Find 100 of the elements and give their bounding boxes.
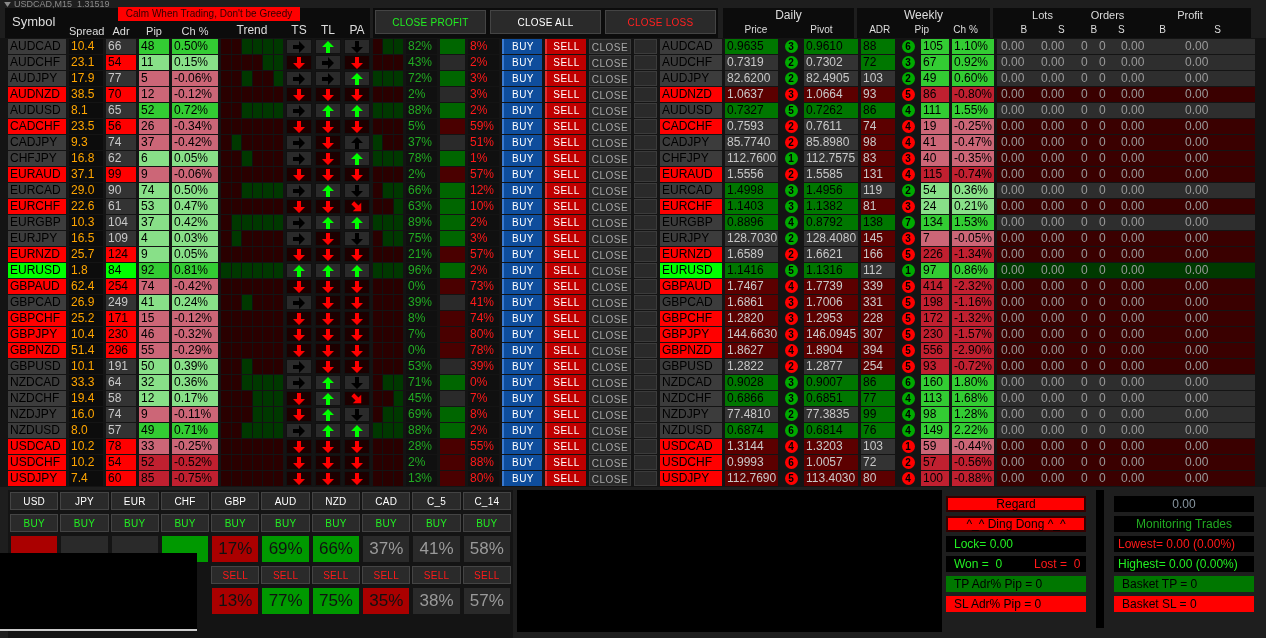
empty-button[interactable] [634, 391, 657, 406]
close-button[interactable]: CLOSE [589, 87, 631, 102]
sell-button[interactable]: SELL [362, 566, 411, 584]
buy-button[interactable]: BUY [502, 295, 542, 310]
empty-button[interactable] [634, 359, 657, 374]
close-button[interactable]: CLOSE [589, 263, 631, 278]
buy-button[interactable]: BUY [60, 514, 109, 532]
close-button[interactable]: CLOSE [589, 375, 631, 390]
buy-button[interactable]: BUY [502, 343, 542, 358]
buy-button[interactable]: BUY [502, 231, 542, 246]
close-action-button[interactable]: CLOSE LOSS [605, 10, 716, 34]
buy-button[interactable]: BUY [110, 514, 159, 532]
close-button[interactable]: CLOSE [589, 295, 631, 310]
sell-button[interactable]: SELL [545, 471, 586, 486]
sell-button[interactable]: SELL [545, 263, 586, 278]
sell-button[interactable]: SELL [462, 566, 511, 584]
close-button[interactable]: CLOSE [589, 151, 631, 166]
buy-button[interactable]: BUY [462, 514, 511, 532]
empty-button[interactable] [634, 71, 657, 86]
buy-button[interactable]: BUY [502, 199, 542, 214]
sell-button[interactable]: SELL [545, 375, 586, 390]
sell-button[interactable]: SELL [545, 439, 586, 454]
buy-button[interactable]: BUY [502, 407, 542, 422]
empty-button[interactable] [634, 423, 657, 438]
close-button[interactable]: CLOSE [589, 183, 631, 198]
buy-button[interactable]: BUY [502, 135, 542, 150]
empty-button[interactable] [634, 375, 657, 390]
buy-button[interactable]: BUY [211, 514, 260, 532]
sell-button[interactable]: SELL [545, 311, 586, 326]
empty-button[interactable] [634, 87, 657, 102]
buy-button[interactable]: BUY [502, 119, 542, 134]
buy-button[interactable]: BUY [502, 215, 542, 230]
buy-button[interactable]: BUY [502, 167, 542, 182]
buy-button[interactable]: BUY [502, 471, 542, 486]
buy-button[interactable]: BUY [502, 39, 542, 54]
empty-button[interactable] [634, 199, 657, 214]
sell-button[interactable]: SELL [545, 455, 586, 470]
empty-button[interactable] [634, 407, 657, 422]
close-button[interactable]: CLOSE [589, 343, 631, 358]
sell-button[interactable]: SELL [545, 151, 586, 166]
close-button[interactable]: CLOSE [589, 103, 631, 118]
empty-button[interactable] [634, 39, 657, 54]
buy-button[interactable]: BUY [502, 375, 542, 390]
empty-button[interactable] [634, 151, 657, 166]
currency-button[interactable]: NZD [311, 492, 361, 510]
empty-button[interactable] [634, 135, 657, 150]
close-button[interactable]: CLOSE [589, 455, 631, 470]
currency-button[interactable]: CAD [362, 492, 411, 510]
close-button[interactable]: CLOSE [589, 327, 631, 342]
close-button[interactable]: CLOSE [589, 423, 631, 438]
close-button[interactable]: CLOSE [589, 247, 631, 262]
close-button[interactable]: CLOSE [589, 55, 631, 70]
sell-button[interactable]: SELL [545, 199, 586, 214]
sell-button[interactable]: SELL [545, 119, 586, 134]
buy-button[interactable]: BUY [502, 391, 542, 406]
close-button[interactable]: CLOSE [589, 135, 631, 150]
buy-button[interactable]: BUY [362, 514, 411, 532]
empty-button[interactable] [634, 247, 657, 262]
buy-button[interactable]: BUY [502, 439, 542, 454]
close-button[interactable]: CLOSE [589, 311, 631, 326]
sell-button[interactable]: SELL [545, 55, 586, 70]
sell-button[interactable]: SELL [412, 566, 461, 584]
currency-button[interactable]: CHF [160, 492, 210, 510]
empty-button[interactable] [634, 455, 657, 470]
empty-button[interactable] [634, 263, 657, 278]
buy-button[interactable]: BUY [502, 327, 542, 342]
sell-button[interactable]: SELL [545, 407, 586, 422]
buy-button[interactable]: BUY [502, 279, 542, 294]
close-button[interactable]: CLOSE [589, 471, 631, 486]
buy-button[interactable]: BUY [502, 151, 542, 166]
buy-button[interactable]: BUY [502, 455, 542, 470]
sell-button[interactable]: SELL [545, 359, 586, 374]
buy-button[interactable]: BUY [502, 423, 542, 438]
sell-button[interactable]: SELL [545, 215, 586, 230]
close-button[interactable]: CLOSE [589, 407, 631, 422]
close-button[interactable]: CLOSE [589, 167, 631, 182]
sell-button[interactable]: SELL [545, 327, 586, 342]
sell-button[interactable]: SELL [545, 247, 586, 262]
empty-button[interactable] [634, 343, 657, 358]
sell-button[interactable]: SELL [545, 87, 586, 102]
sell-button[interactable]: SELL [261, 566, 310, 584]
currency-button[interactable]: EUR [110, 492, 159, 510]
buy-button[interactable]: BUY [412, 514, 461, 532]
sell-button[interactable]: SELL [545, 135, 586, 150]
empty-button[interactable] [634, 167, 657, 182]
buy-button[interactable]: BUY [502, 87, 542, 102]
sell-button[interactable]: SELL [545, 279, 586, 294]
sell-button[interactable]: SELL [311, 566, 361, 584]
empty-button[interactable] [634, 327, 657, 342]
close-button[interactable]: CLOSE [589, 231, 631, 246]
buy-button[interactable]: BUY [502, 55, 542, 70]
sell-button[interactable]: SELL [545, 39, 586, 54]
buy-button[interactable]: BUY [10, 514, 59, 532]
empty-button[interactable] [634, 55, 657, 70]
close-button[interactable]: CLOSE [589, 359, 631, 374]
empty-button[interactable] [634, 471, 657, 486]
currency-button[interactable]: USD [10, 492, 59, 510]
currency-button[interactable]: JPY [60, 492, 109, 510]
sell-button[interactable]: SELL [545, 391, 586, 406]
sell-button[interactable]: SELL [545, 295, 586, 310]
